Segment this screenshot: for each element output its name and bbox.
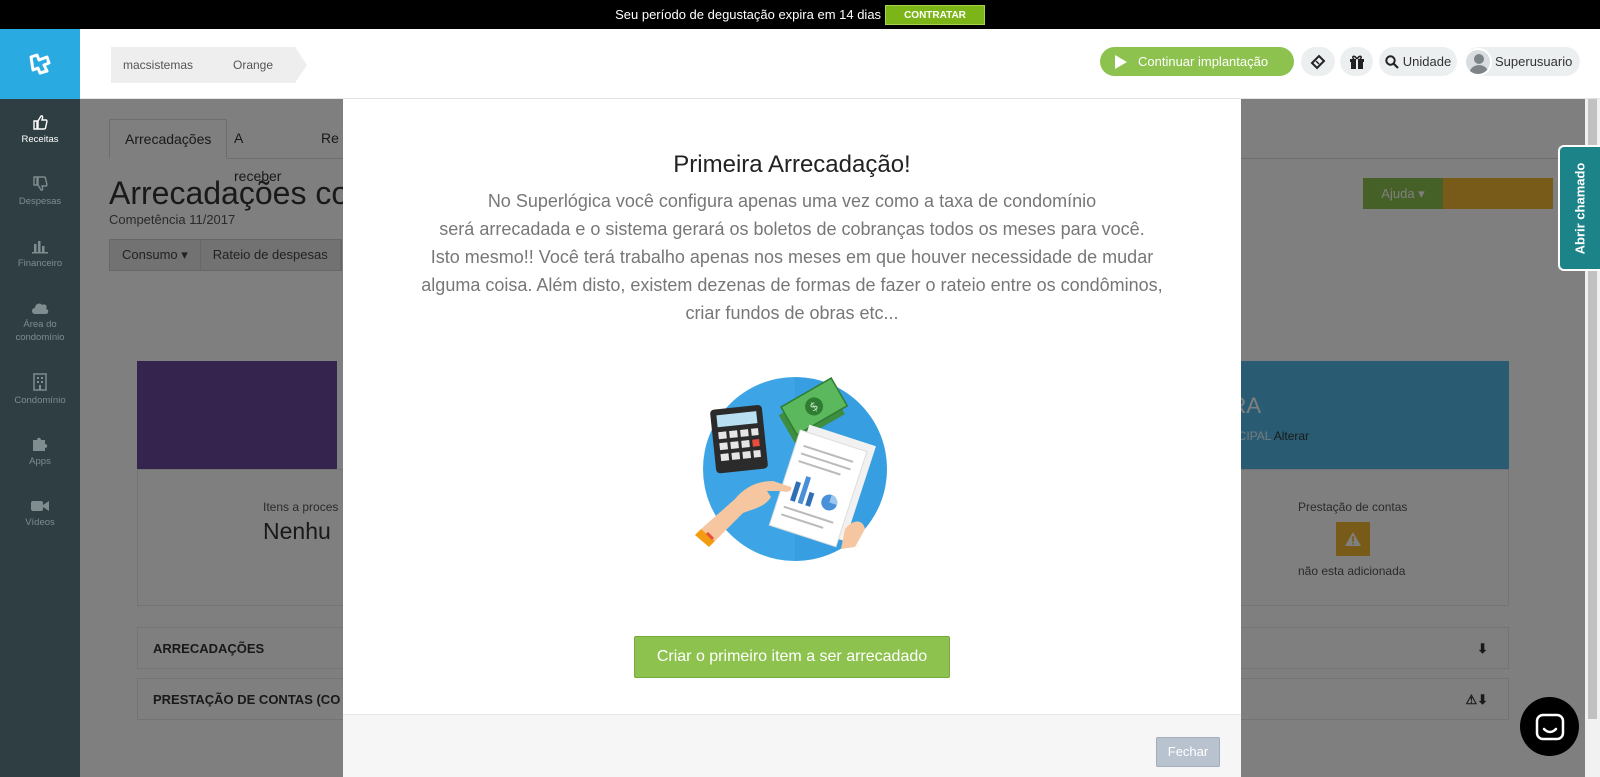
ticket-button[interactable] [1301, 47, 1335, 76]
modal-footer: Fechar [343, 714, 1241, 777]
unit-label: Unidade [1402, 54, 1452, 69]
breadcrumb-macsistemas[interactable]: macsistemas [111, 47, 228, 83]
sidebar-item-financeiro[interactable]: Financeiro [0, 223, 80, 285]
continue-implementation-button[interactable]: Continuar implantação [1100, 47, 1294, 76]
open-ticket-tab[interactable]: Abrir chamado [1558, 145, 1600, 271]
gift-button[interactable] [1340, 47, 1373, 76]
breadcrumb-orange[interactable]: Orange [215, 47, 308, 83]
play-icon [1115, 54, 1127, 69]
avatar [1464, 47, 1492, 76]
modal-description: No Superlógica você configura apenas uma… [383, 187, 1201, 327]
building-icon [33, 373, 47, 391]
unit-search-button[interactable]: Unidade [1379, 47, 1457, 76]
sidebar-item-label: Despesas [18, 196, 62, 207]
first-collection-modal: Primeira Arrecadação! No Superlógica voc… [343, 99, 1241, 777]
user-name: Superusuario [1495, 54, 1573, 69]
sidebar-item-label: Receitas [21, 134, 59, 145]
modal-line: Isto mesmo!! Você terá trabalho apenas n… [430, 247, 1154, 267]
trial-message: Seu período de degustação expira em 14 d… [615, 7, 882, 22]
user-menu[interactable]: Superusuario [1464, 47, 1580, 76]
sidebar-item-condominio[interactable]: Condomínio [0, 359, 80, 421]
sidebar-item-receitas[interactable]: Receitas [0, 99, 80, 161]
close-button[interactable]: Fechar [1156, 737, 1220, 767]
modal-line: criar fundos de obras etc... [685, 303, 899, 323]
sidebar-item-area-condominio[interactable]: Área do condomínio [0, 285, 80, 359]
gift-icon [1349, 55, 1364, 69]
modal-line: No Superlógica você configura apenas uma… [487, 191, 1097, 211]
sidebar-item-apps[interactable]: Apps [0, 421, 80, 483]
ticket-icon [1310, 54, 1326, 69]
superlogica-logo-icon [29, 53, 51, 75]
contratar-button[interactable]: CONTRATAR [885, 4, 985, 25]
thumbs-down-icon [33, 176, 48, 191]
sidebar-item-label: Financeiro [17, 258, 63, 269]
open-ticket-label: Abrir chamado [1572, 162, 1588, 254]
continue-implementation-label: Continuar implantação [1138, 54, 1269, 69]
chat-launcher[interactable] [1520, 697, 1579, 756]
modal-line: será arrecadada e o sistema gerará os bo… [439, 219, 1145, 239]
modal-line: alguma coisa. Além disto, existem dezena… [421, 275, 1163, 295]
sidebar-item-label: Área do condomínio [15, 318, 65, 343]
video-camera-icon [31, 501, 49, 511]
bar-chart-icon [32, 241, 48, 254]
modal-title: Primeira Arrecadação! [673, 151, 911, 178]
puzzle-icon [33, 437, 48, 451]
search-icon [1385, 54, 1399, 69]
create-first-item-button[interactable]: Criar o primeiro item a ser arrecadado [634, 636, 950, 678]
sidebar-item-label: Vídeos [25, 517, 55, 528]
sidebar-item-label: Condomínio [14, 395, 66, 406]
logo[interactable] [0, 29, 80, 99]
sidebar-item-label: Apps [29, 456, 51, 467]
cloud-icon [32, 303, 49, 314]
top-header: macsistemas Orange Continuar implantação… [80, 29, 1600, 99]
thumbs-up-icon [33, 115, 48, 130]
sidebar-item-despesas[interactable]: Despesas [0, 161, 80, 223]
sidebar-item-videos[interactable]: Vídeos [0, 483, 80, 545]
trial-bar: Seu período de degustação expira em 14 d… [0, 0, 1600, 29]
sidebar: Receitas Despesas Financeiro Área do con… [0, 29, 80, 777]
finance-illustration: $ [695, 377, 887, 561]
chat-icon [1535, 713, 1564, 740]
